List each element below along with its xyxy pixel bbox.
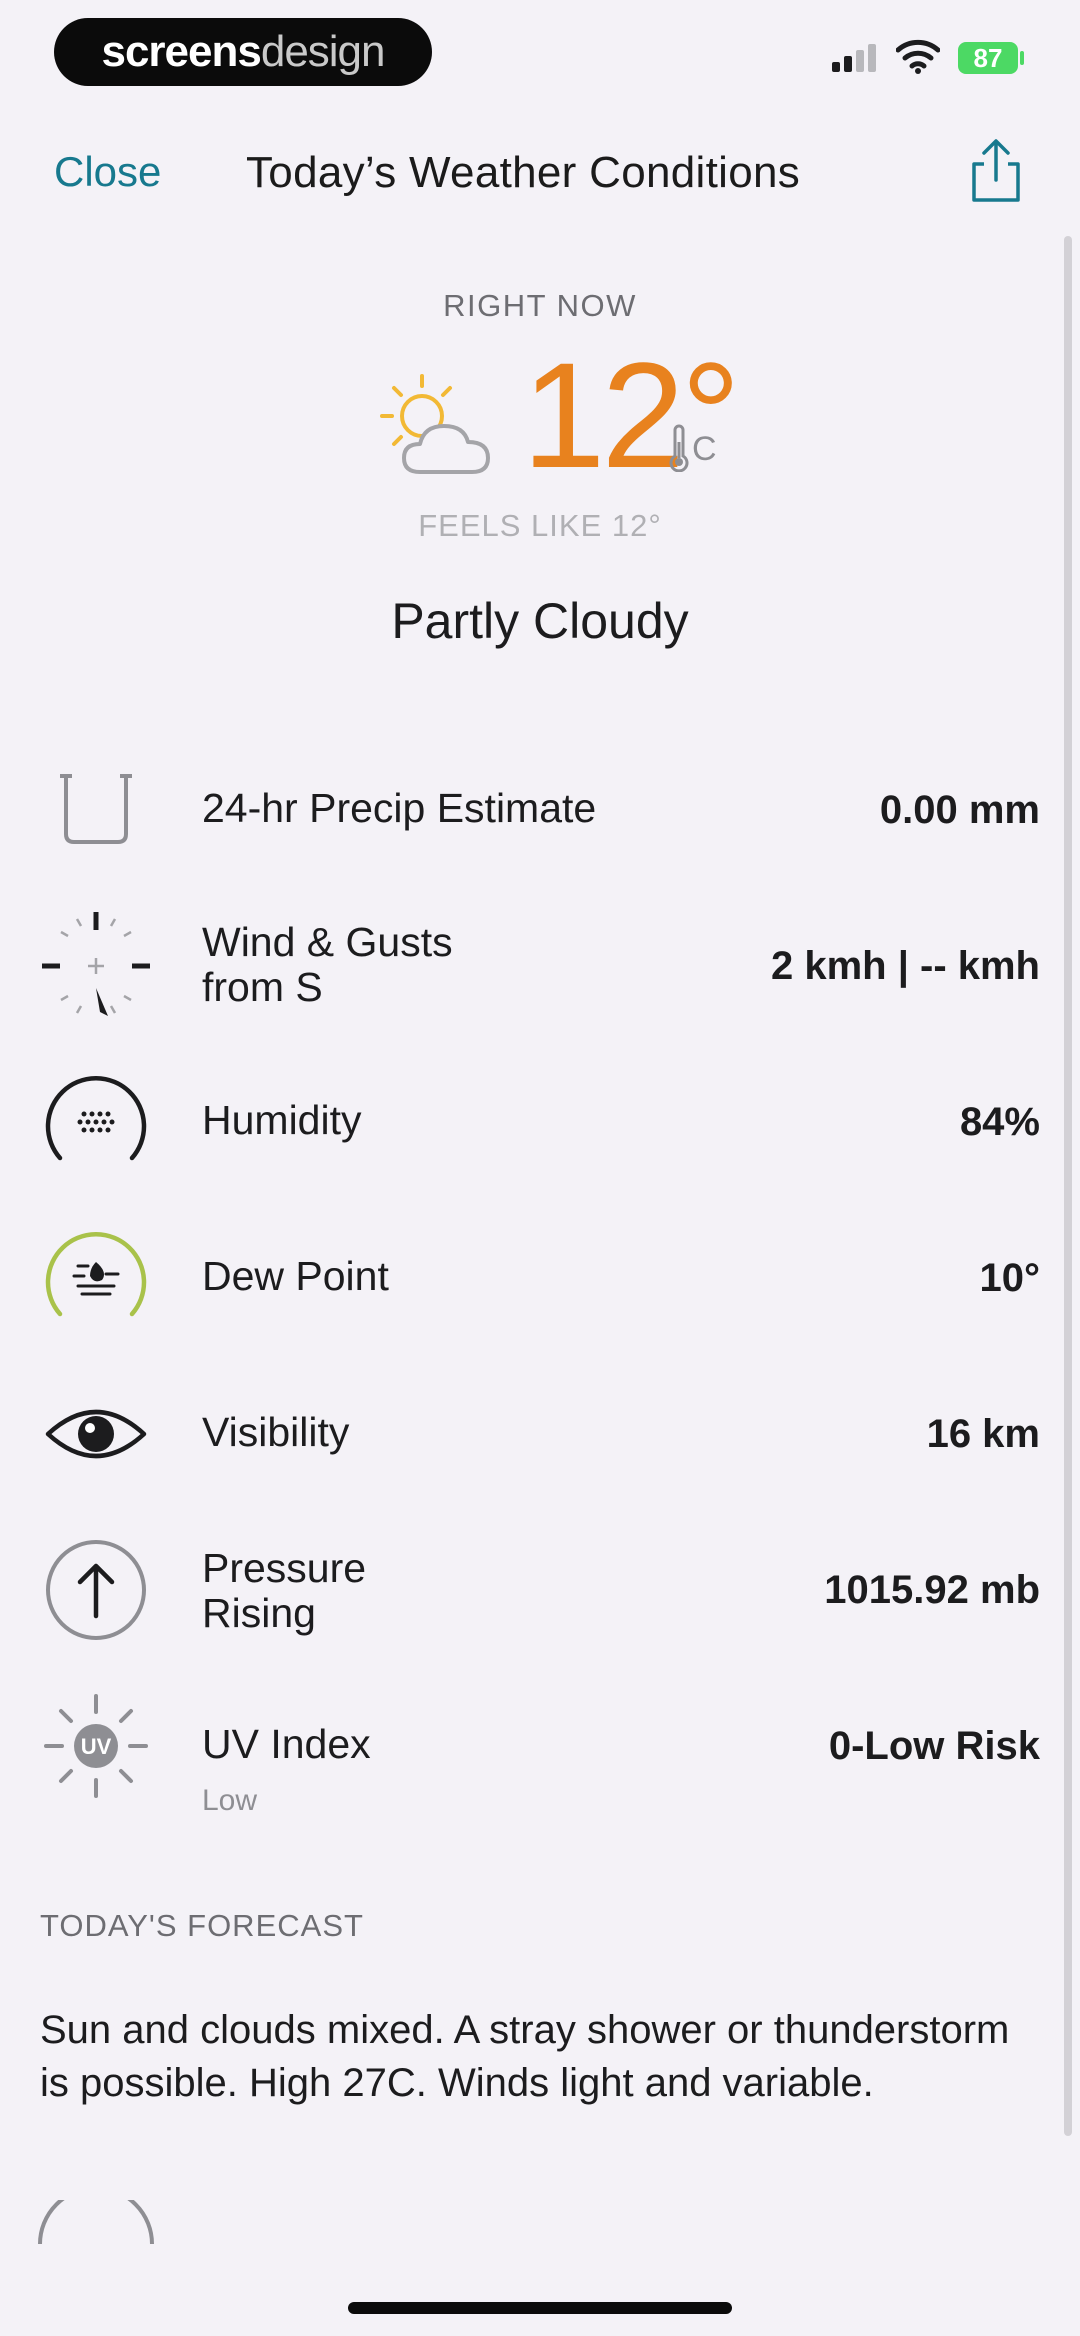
thermometer-icon (669, 424, 689, 472)
pressure-label: Pressure Rising (202, 1546, 366, 1636)
feels-like: FEELS LIKE 12° (418, 508, 662, 543)
dew-point-icon (45, 1232, 147, 1317)
precip-gauge-icon (60, 774, 132, 844)
precip-label: 24-hr Precip Estimate (202, 785, 597, 831)
battery-level: 87 (973, 42, 1003, 73)
pressure-arrow-icon (46, 1540, 146, 1640)
pressure-label-line2: Rising (202, 1590, 316, 1636)
wind-label-line2: from S (202, 964, 323, 1010)
humidity-label: Humidity (202, 1097, 362, 1143)
dew-point-label: Dew Point (202, 1253, 389, 1299)
pressure-value: 1015.92 mb (824, 1568, 1040, 1612)
wind-label: Wind & Gusts from S (202, 920, 453, 1010)
right-now-label: RIGHT NOW (443, 288, 637, 323)
pressure-label-line1: Pressure (202, 1545, 367, 1591)
forecast-heading: TODAY'S FORECAST (40, 1908, 364, 1943)
temperature-unit: C (692, 430, 717, 468)
brand-text-1: screens (101, 27, 261, 76)
page-title: Today’s Weather Conditions (246, 148, 801, 197)
wifi-icon (896, 39, 940, 74)
uv-sublabel: Low (202, 1784, 258, 1817)
battery-indicator: 87 (958, 42, 1018, 74)
uv-value: 0-Low Risk (828, 1724, 1040, 1768)
humidity-icon (45, 1076, 147, 1161)
brand-badge: screens design (54, 18, 432, 86)
wind-value: 2 kmh | -- kmh (770, 944, 1040, 988)
uv-icon: UV (44, 1694, 148, 1798)
uv-badge-text: UV (81, 1734, 112, 1759)
visibility-value: 16 km (926, 1412, 1040, 1456)
visibility-label: Visibility (202, 1409, 350, 1455)
partly-cloudy-icon (380, 374, 490, 474)
wind-compass-icon (42, 912, 150, 1016)
close-button[interactable]: Close (54, 148, 161, 196)
next-row-icon (38, 2200, 154, 2245)
share-icon[interactable] (966, 138, 1026, 204)
humidity-value: 84% (959, 1100, 1040, 1144)
condition-text: Partly Cloudy (391, 593, 689, 649)
wind-label-line1: Wind & Gusts (202, 919, 453, 965)
cellular-signal-icon (832, 44, 876, 72)
battery-cap (1020, 51, 1024, 65)
home-indicator[interactable] (348, 2302, 732, 2314)
brand-text-2: design (260, 27, 386, 76)
eye-icon (45, 1409, 147, 1459)
uv-label: UV Index (202, 1721, 371, 1767)
precip-value: 0.00 mm (879, 788, 1040, 832)
forecast-text: Sun and clouds mixed. A stray shower or … (40, 2008, 1010, 2105)
dew-point-value: 10° (979, 1256, 1041, 1300)
